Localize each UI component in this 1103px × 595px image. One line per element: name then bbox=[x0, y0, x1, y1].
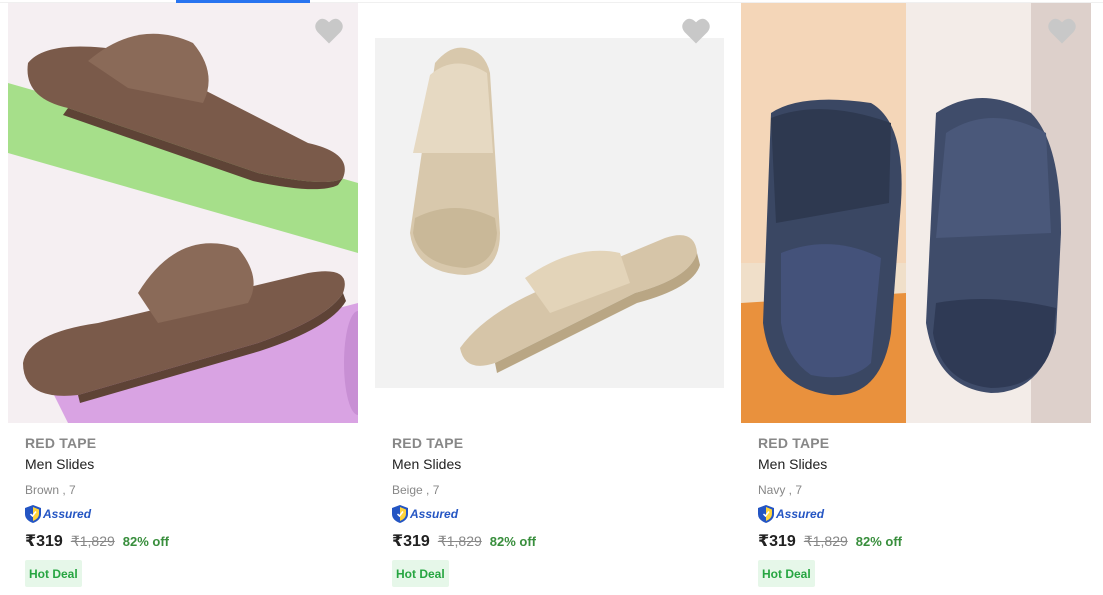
wishlist-heart-icon[interactable] bbox=[681, 17, 711, 45]
product-title[interactable]: Men Slides bbox=[758, 456, 827, 472]
hot-deal-badge: Hot Deal bbox=[25, 560, 82, 587]
price-row: ₹319 ₹1,829 82% off bbox=[25, 531, 169, 551]
product-image[interactable] bbox=[741, 3, 1091, 423]
discount-label: 82% off bbox=[855, 534, 903, 549]
product-brand: RED TAPE bbox=[25, 435, 97, 451]
assured-badge: Assured bbox=[392, 504, 458, 524]
product-card[interactable]: RED TAPE Men Slides Brown , 7 Assured ₹3… bbox=[8, 3, 358, 595]
product-variant: Beige , 7 bbox=[392, 483, 440, 497]
product-grid: RED TAPE Men Slides Brown , 7 Assured ₹3… bbox=[0, 3, 1103, 595]
selling-price: ₹319 bbox=[25, 533, 63, 550]
selling-price: ₹319 bbox=[392, 533, 430, 550]
original-price: ₹1,829 bbox=[70, 533, 115, 549]
assured-shield-icon bbox=[392, 505, 408, 523]
assured-shield-icon bbox=[758, 505, 774, 523]
discount-label: 82% off bbox=[122, 534, 170, 549]
hot-deal-badge: Hot Deal bbox=[758, 560, 815, 587]
product-variant: Brown , 7 bbox=[25, 483, 76, 497]
selling-price: ₹319 bbox=[758, 533, 796, 550]
assured-label: Assured bbox=[776, 507, 825, 521]
wishlist-heart-icon[interactable] bbox=[314, 17, 344, 45]
original-price: ₹1,829 bbox=[437, 533, 482, 549]
product-title[interactable]: Men Slides bbox=[25, 456, 94, 472]
price-row: ₹319 ₹1,829 82% off bbox=[758, 531, 902, 551]
assured-badge: Assured bbox=[25, 504, 91, 524]
product-title[interactable]: Men Slides bbox=[392, 456, 461, 472]
price-row: ₹319 ₹1,829 82% off bbox=[392, 531, 536, 551]
product-card[interactable]: RED TAPE Men Slides Navy , 7 Assured ₹31… bbox=[741, 3, 1091, 595]
assured-badge: Assured bbox=[758, 504, 824, 524]
product-variant: Navy , 7 bbox=[758, 483, 803, 497]
original-price: ₹1,829 bbox=[803, 533, 848, 549]
product-brand: RED TAPE bbox=[758, 435, 830, 451]
product-brand: RED TAPE bbox=[392, 435, 464, 451]
hot-deal-badge: Hot Deal bbox=[392, 560, 449, 587]
discount-label: 82% off bbox=[489, 534, 537, 549]
wishlist-heart-icon[interactable] bbox=[1047, 17, 1077, 45]
assured-shield-icon bbox=[25, 505, 41, 523]
assured-label: Assured bbox=[410, 507, 459, 521]
assured-label: Assured bbox=[43, 507, 92, 521]
product-image[interactable] bbox=[375, 3, 725, 423]
product-card[interactable]: RED TAPE Men Slides Beige , 7 Assured ₹3… bbox=[375, 3, 725, 595]
product-image[interactable] bbox=[8, 3, 358, 423]
